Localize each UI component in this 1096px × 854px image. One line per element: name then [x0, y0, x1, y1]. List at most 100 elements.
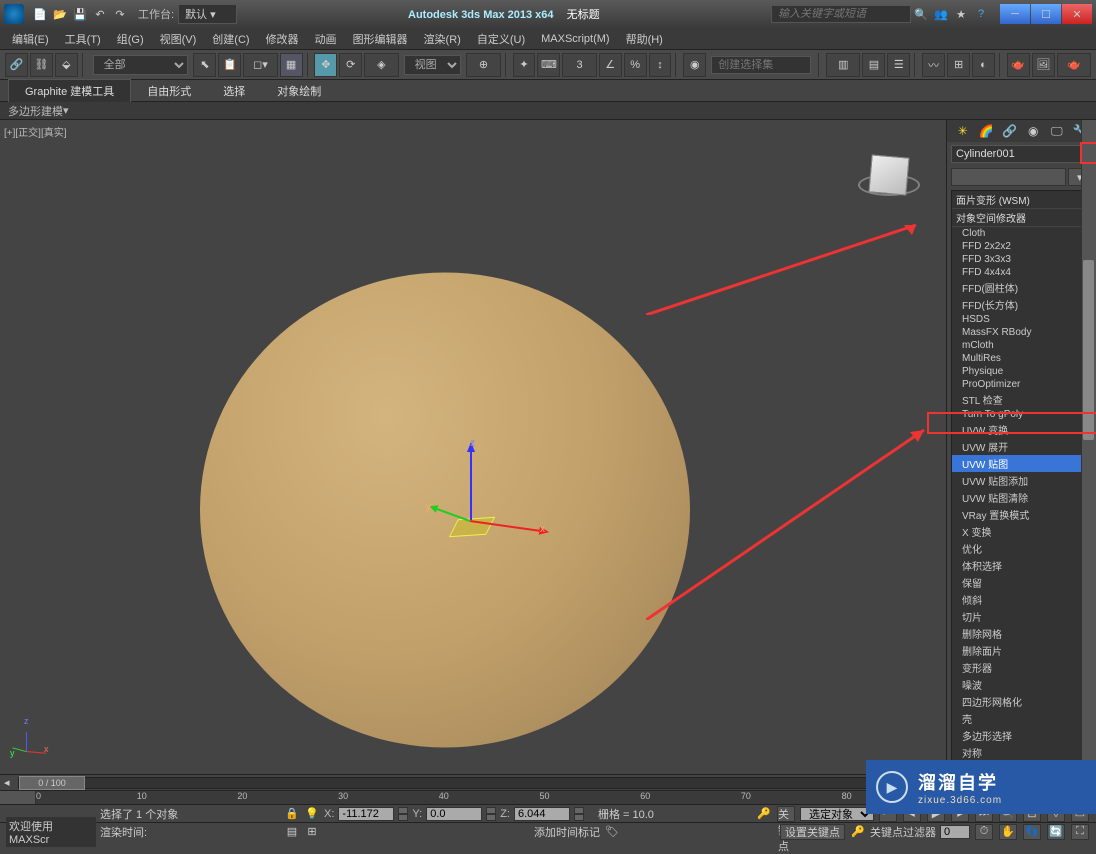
- menu-item-7[interactable]: 图形编辑器: [345, 29, 416, 49]
- undo-icon[interactable]: ↶: [91, 5, 109, 23]
- modifier-dropdown[interactable]: [951, 168, 1066, 186]
- material-editor-icon[interactable]: ◐: [972, 53, 995, 77]
- ribbon-tab-graphite[interactable]: Graphite 建模工具: [8, 79, 131, 102]
- manipulate-icon[interactable]: ✦: [513, 53, 536, 77]
- modifier-item[interactable]: UVW 展开: [952, 438, 1091, 455]
- modifier-item[interactable]: 切片: [952, 608, 1091, 625]
- modifier-item[interactable]: 保留: [952, 574, 1091, 591]
- maximize-button[interactable]: ☐: [1031, 4, 1061, 24]
- move-icon[interactable]: ✥: [314, 53, 337, 77]
- modifier-item[interactable]: FFD 3x3x3: [952, 253, 1091, 266]
- key-icon[interactable]: 🔑: [756, 806, 772, 822]
- ribbon-tab-freeform[interactable]: 自由形式: [131, 80, 207, 102]
- menu-item-8[interactable]: 渲染(R): [416, 29, 469, 49]
- y-coord-input[interactable]: [426, 807, 482, 821]
- select-icon[interactable]: ⬉: [193, 53, 216, 77]
- current-frame-input[interactable]: [940, 825, 970, 839]
- menu-item-0[interactable]: 编辑(E): [4, 29, 57, 49]
- close-button[interactable]: ✕: [1062, 4, 1092, 24]
- nav-pan-icon[interactable]: ✋: [999, 824, 1017, 840]
- x-coord-input[interactable]: [338, 807, 394, 821]
- modifier-item[interactable]: Physique: [952, 365, 1091, 378]
- right-panel-scrollbar[interactable]: [1081, 120, 1096, 774]
- render-frame-icon[interactable]: 🖼: [1032, 53, 1055, 77]
- save-icon[interactable]: 💾: [71, 5, 89, 23]
- menu-item-4[interactable]: 创建(C): [204, 29, 257, 49]
- viewport-label[interactable]: [+][正交][真实]: [4, 124, 67, 139]
- object-name-field[interactable]: Cylinder001: [951, 145, 1092, 163]
- modifier-item[interactable]: FFD(长方体): [952, 296, 1091, 313]
- modifier-item[interactable]: 对称: [952, 744, 1091, 761]
- display-tab-icon[interactable]: 🖵: [1049, 123, 1065, 139]
- modifier-item[interactable]: 多边形选择: [952, 727, 1091, 744]
- motion-tab-icon[interactable]: ◉: [1025, 123, 1041, 139]
- viewcube[interactable]: [858, 144, 922, 208]
- menu-item-11[interactable]: 帮助(H): [618, 29, 671, 49]
- modifier-item[interactable]: UVW 贴图清除: [952, 489, 1091, 506]
- hierarchy-tab-icon[interactable]: 🔗: [1002, 123, 1018, 139]
- modifier-item[interactable]: FFD 4x4x4: [952, 266, 1091, 279]
- new-icon[interactable]: 📄: [31, 5, 49, 23]
- percent-snap-icon[interactable]: %: [624, 53, 647, 77]
- modifier-item[interactable]: UVW 贴图添加: [952, 472, 1091, 489]
- nav-max-icon[interactable]: ⛶: [1071, 824, 1089, 840]
- rotate-icon[interactable]: ⟳: [339, 53, 362, 77]
- selection-set-input[interactable]: [711, 56, 811, 74]
- menu-item-5[interactable]: 修改器: [258, 29, 307, 49]
- menu-item-9[interactable]: 自定义(U): [469, 29, 533, 49]
- modifier-item[interactable]: 四边形网格化: [952, 693, 1091, 710]
- lock-icon[interactable]: 🔒: [284, 806, 300, 822]
- pivot-icon[interactable]: ⊕: [466, 53, 500, 77]
- prompt-icon[interactable]: ⊞: [304, 824, 320, 840]
- minimize-button[interactable]: ─: [1000, 4, 1030, 24]
- layers-icon[interactable]: ☰: [887, 53, 910, 77]
- angle-snap-icon[interactable]: ∠: [599, 53, 622, 77]
- modifier-item[interactable]: 删除面片: [952, 642, 1091, 659]
- key-mode-dropdown[interactable]: 选定对象: [800, 807, 874, 821]
- modifier-item[interactable]: 删除网格: [952, 625, 1091, 642]
- help-icon[interactable]: ?: [972, 5, 990, 23]
- fav-icon[interactable]: ★: [952, 5, 970, 23]
- curve-editor-icon[interactable]: 〰: [922, 53, 945, 77]
- search-input[interactable]: [771, 5, 911, 23]
- bind-icon[interactable]: ⬙: [55, 53, 78, 77]
- modifier-item[interactable]: 优化: [952, 540, 1091, 557]
- modifier-item[interactable]: FFD(圆柱体): [952, 279, 1091, 296]
- workspace-dropdown[interactable]: 默认 ▾: [178, 4, 237, 24]
- menu-item-1[interactable]: 工具(T): [57, 29, 109, 49]
- modifier-item[interactable]: 噪波: [952, 676, 1091, 693]
- modify-tab-icon[interactable]: 🌈: [978, 123, 994, 139]
- menu-item-10[interactable]: MAXScript(M): [533, 31, 617, 47]
- schematic-icon[interactable]: ⊞: [947, 53, 970, 77]
- select-name-icon[interactable]: 📋: [218, 53, 241, 77]
- create-tab-icon[interactable]: ✳: [955, 123, 971, 139]
- key-filter-label[interactable]: 关键点过滤器: [870, 824, 936, 840]
- render-icon[interactable]: 🫖: [1057, 53, 1091, 77]
- time-slider-knob[interactable]: 0 / 100: [19, 776, 85, 790]
- isolate-icon[interactable]: 💡: [304, 806, 320, 822]
- autokey-button[interactable]: 自动关键点: [777, 806, 795, 822]
- add-time-tag[interactable]: 添加时间标记: [534, 824, 600, 840]
- infocenter-icon[interactable]: 🔍: [912, 5, 930, 23]
- time-tag-icon[interactable]: 🏷: [604, 824, 620, 840]
- selection-filter-dropdown[interactable]: 全部: [93, 55, 189, 75]
- modifier-item[interactable]: 壳: [952, 710, 1091, 727]
- open-icon[interactable]: 📂: [51, 5, 69, 23]
- modifier-item[interactable]: mCloth: [952, 339, 1091, 352]
- modifier-item[interactable]: FFD 2x2x2: [952, 240, 1091, 253]
- align-icon[interactable]: ▤: [862, 53, 885, 77]
- nav-walk-icon[interactable]: 👣: [1023, 824, 1041, 840]
- modifier-item[interactable]: ProOptimizer: [952, 378, 1091, 391]
- ribbon-panel-label[interactable]: 多边形建模: [8, 103, 63, 119]
- comm-icon[interactable]: 👥: [932, 5, 950, 23]
- viewport[interactable]: [+][正交][真实] z x y z x y: [0, 120, 946, 774]
- key-filter-icon[interactable]: 🔑: [850, 824, 866, 840]
- modifier-item[interactable]: MassFX RBody: [952, 326, 1091, 339]
- render-setup-icon[interactable]: 🫖: [1007, 53, 1030, 77]
- z-coord-input[interactable]: [514, 807, 570, 821]
- mirror-icon[interactable]: ▥: [826, 53, 860, 77]
- modifier-item[interactable]: STL 检查: [952, 391, 1091, 408]
- menu-item-3[interactable]: 视图(V): [152, 29, 205, 49]
- redo-icon[interactable]: ↷: [111, 5, 129, 23]
- ribbon-tab-paint[interactable]: 对象绘制: [261, 80, 337, 102]
